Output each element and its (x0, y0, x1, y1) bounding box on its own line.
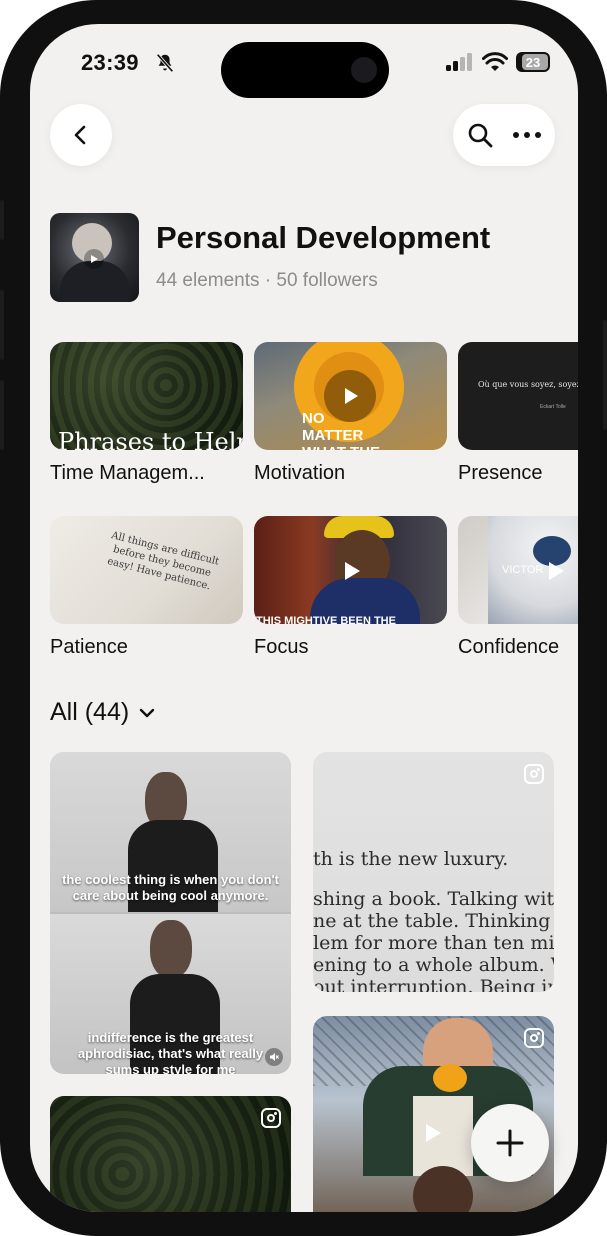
collection-thumbnail: All things are difficult before they bec… (50, 516, 243, 624)
collection-motivation[interactable]: NO MATTER WHAT THE WORLD Motivation (254, 342, 447, 485)
collection-label: Time Managem... (50, 462, 205, 484)
book-line: lem for more than ten minu (313, 932, 554, 954)
thumbnail-text: THIS MIGHTIVE BEEN THE (256, 615, 396, 624)
collection-thumbnail: NO MATTER WHAT THE WORLD (254, 342, 447, 450)
wifi-icon (482, 52, 508, 71)
battery-icon: 23 (516, 52, 550, 72)
more-icon[interactable] (512, 131, 542, 139)
collection-label: Patience (50, 636, 128, 658)
collection-presence[interactable]: Où que vous soyez, soyez Eckart Tolle Pr… (458, 342, 578, 485)
bell-muted-icon (156, 53, 174, 73)
feed-card-video[interactable]: the coolest thing is when you don't care… (50, 752, 291, 1074)
book-line: shing a book. Talking without (313, 888, 554, 910)
play-icon (338, 558, 364, 584)
instagram-icon (261, 1108, 281, 1128)
filter-dropdown[interactable]: All (44) (50, 698, 157, 727)
chevron-down-icon (139, 708, 155, 717)
collection-cover[interactable] (50, 213, 139, 302)
instagram-icon (524, 1028, 544, 1048)
collection-confidence[interactable]: VICTOR Confidence (458, 516, 578, 659)
header-actions (453, 104, 555, 166)
back-arrow-icon (74, 125, 86, 145)
camera (351, 57, 377, 83)
play-icon (542, 558, 568, 584)
thumbnail-subtext: Eckart Tolle (540, 404, 566, 410)
video-caption-bottom: indifference is the greatest aphrodisiac… (77, 1030, 264, 1074)
thumbnail-text: Où que vous soyez, soyez (478, 380, 578, 389)
side-button (0, 380, 4, 450)
app-screen: 23:39 23 Personal Development 44 element… (30, 24, 578, 1212)
video-caption-top: the coolest thing is when you don't care… (62, 872, 279, 903)
collection-thumbnail: Phrases to Help (50, 342, 243, 450)
collection-focus[interactable]: THIS MIGHTIVE BEEN THE Focus (254, 516, 447, 659)
collection-thumbnail: Où que vous soyez, soyez Eckart Tolle (458, 342, 578, 450)
play-icon (419, 1120, 445, 1146)
book-line: ening to a whole album. Writ (313, 954, 554, 976)
book-line: out interruption. Being in a (313, 976, 554, 992)
thumbnail-text: VICTOR (502, 564, 544, 576)
instagram-icon (524, 764, 544, 784)
status-time: 23:39 (81, 50, 139, 75)
collection-patience[interactable]: All things are difficult before they bec… (50, 516, 243, 659)
collection-thumbnail: VICTOR (458, 516, 578, 624)
collection-label: Confidence (458, 636, 560, 658)
signal-icon (446, 53, 472, 71)
search-icon[interactable] (466, 121, 494, 149)
thumbnail-text: All things are difficult before they bec… (106, 530, 221, 593)
play-icon (324, 370, 376, 422)
dynamic-island (221, 42, 389, 98)
section-title: All (44) (50, 698, 130, 726)
status-indicators: 23 (446, 52, 550, 72)
book-line: th is the new luxury. (313, 848, 509, 870)
side-button (603, 320, 607, 430)
plus-icon (496, 1129, 524, 1157)
side-button (0, 290, 4, 360)
book-line: ne at the table. Thinking abo (313, 910, 554, 932)
page-title: Personal Development (156, 220, 491, 255)
collection-time-management[interactable]: Phrases to Help Time Managem... (50, 342, 243, 485)
thumbnail-text: Phrases to Help (58, 428, 243, 450)
feed-card-book[interactable]: th is the new luxury. shing a book. Talk… (313, 752, 554, 992)
collection-label: Focus (254, 636, 309, 658)
side-button (0, 200, 4, 240)
collection-thumbnail: THIS MIGHTIVE BEEN THE (254, 516, 447, 624)
battery-level: 23 (525, 54, 541, 70)
back-button[interactable] (50, 104, 112, 166)
add-button[interactable] (471, 1104, 549, 1182)
page-subtitle: 44 elements · 50 followers (156, 270, 378, 291)
play-icon (84, 249, 104, 269)
feed-card-image[interactable] (50, 1096, 291, 1212)
mute-icon[interactable] (265, 1048, 283, 1066)
collection-label: Presence (458, 462, 543, 484)
collection-label: Motivation (254, 462, 346, 484)
